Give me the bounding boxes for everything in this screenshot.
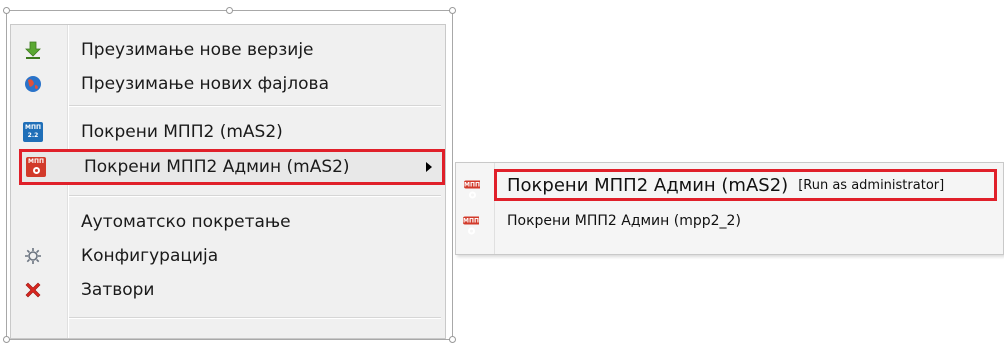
menu-item-run-mpp2-admin[interactable]: МПП Покрени МПП2 Админ (mAS2) <box>19 149 445 185</box>
mpp-app-icon: МПП 2.2 <box>23 122 43 142</box>
resize-handle[interactable] <box>449 336 456 343</box>
menu-item-download-files[interactable]: Преузимање нових фајлова <box>13 67 443 101</box>
gear-icon <box>23 246 43 266</box>
menu-item-download-version[interactable]: Преузимање нове верзије <box>13 33 443 67</box>
submenu: МПП Покрени МПП2 Админ (mAS2) [Run as ad… <box>455 162 1004 255</box>
context-menu: Преузимање нове верзије Преузимање нових… <box>10 24 446 339</box>
mpp-admin-icon: МПП <box>26 157 46 177</box>
submenu-item-run-admin-mas2[interactable]: МПП Покрени МПП2 Админ (mAS2) [Run as ad… <box>464 169 997 201</box>
download-icon <box>23 40 43 60</box>
submenu-arrow-icon <box>426 162 432 172</box>
resize-handle[interactable] <box>226 7 233 14</box>
close-icon <box>23 280 43 300</box>
mpp-admin-icon: МПП <box>463 208 480 235</box>
resize-handle[interactable] <box>3 7 10 14</box>
globe-icon <box>23 74 43 94</box>
mpp-admin-icon: МПП <box>464 172 481 199</box>
resize-handle[interactable] <box>449 7 456 14</box>
menu-item-run-mpp2[interactable]: МПП 2.2 Покрени МПП2 (mAS2) <box>13 115 443 149</box>
menu-item-close[interactable]: Затвори <box>13 273 443 307</box>
menu-item-auto-start[interactable]: Аутоматско покретање <box>13 205 443 239</box>
menu-item-configuration[interactable]: Конфигурација <box>13 239 443 273</box>
menu-separator <box>69 195 441 197</box>
menu-separator <box>69 317 441 319</box>
menu-separator <box>69 105 441 107</box>
resize-handle[interactable] <box>3 336 10 343</box>
submenu-item-run-admin-mpp2[interactable]: МПП Покрени МПП2 Админ (mpp2_2) <box>459 206 741 236</box>
